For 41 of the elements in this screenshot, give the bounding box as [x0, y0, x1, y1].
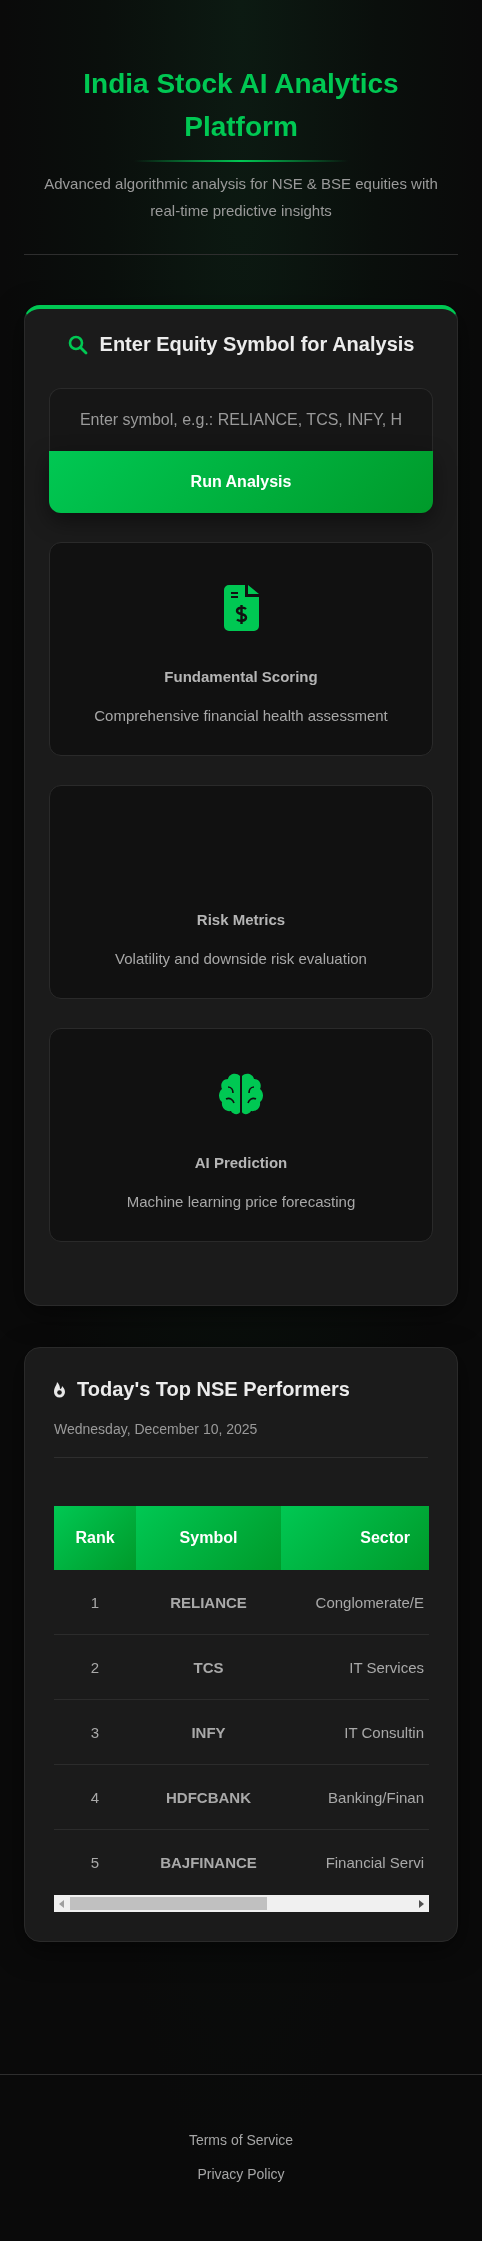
horizontal-scrollbar[interactable]: [54, 1895, 429, 1912]
performers-heading: Today's Top NSE Performers: [77, 1378, 350, 1401]
table-cell: RELIANCE: [136, 1570, 281, 1635]
run-analysis-button[interactable]: Run Analysis: [49, 451, 433, 513]
page-title: India Stock AI Analytics Platform: [82, 67, 400, 144]
feature-title: AI Prediction: [194, 1154, 288, 1171]
column-header[interactable]: Rank: [54, 1506, 136, 1570]
table-cell: IT Consultin: [281, 1700, 429, 1765]
feature-description: Volatility and downside risk evaluation: [115, 950, 367, 967]
scroll-right-icon[interactable]: [419, 1899, 424, 1908]
table-cell: 4: [54, 1765, 136, 1830]
table-cell-text: 5: [89, 1853, 101, 1873]
table-cell: 3: [54, 1700, 136, 1765]
scrollbar-thumb[interactable]: [70, 1897, 267, 1910]
analysis-heading: Enter Equity Symbol for Analysis: [99, 333, 415, 356]
symbol-input-field[interactable]: Enter symbol, e.g.: RELIANCE, TCS, INFY, H: [49, 388, 433, 451]
table-cell: Banking/Finan: [281, 1765, 429, 1830]
column-header[interactable]: Symbol: [136, 1506, 281, 1570]
feature-description: Machine learning price forecasting: [126, 1193, 356, 1210]
feature-title: Fundamental Scoring: [164, 668, 318, 685]
column-header[interactable]: Sector: [281, 1506, 429, 1570]
table-cell: Conglomerate/E: [281, 1570, 429, 1635]
table-cell: HDFCBANK: [136, 1765, 281, 1830]
brain-icon: [218, 1072, 264, 1115]
table-cell-text: Financial Servi: [324, 1853, 425, 1873]
date-text: Wednesday, December 10, 2025: [54, 1421, 259, 1437]
page-subtitle: Advanced algorithmic analysis for NSE & BSE equities with real-time predictive insights: [43, 174, 439, 221]
table-cell: IT Services: [281, 1635, 429, 1700]
footer-link[interactable]: Terms of Service: [188, 2132, 294, 2148]
feature-title: Risk Metrics: [196, 911, 286, 928]
footer-link[interactable]: Privacy Policy: [197, 2166, 285, 2182]
feature-description: Comprehensive financial health assessment: [94, 707, 388, 724]
invoice-icon: [223, 584, 259, 631]
table-cell: 1: [54, 1570, 136, 1635]
table-cell: INFY: [136, 1700, 281, 1765]
search-icon: [67, 334, 88, 355]
table-cell: TCS: [136, 1635, 281, 1700]
fire-icon: [54, 1381, 65, 1398]
scroll-left-icon[interactable]: [59, 1899, 64, 1908]
table-cell-text: BAJFINANCE: [159, 1853, 258, 1873]
table-cell: 2: [54, 1635, 136, 1700]
